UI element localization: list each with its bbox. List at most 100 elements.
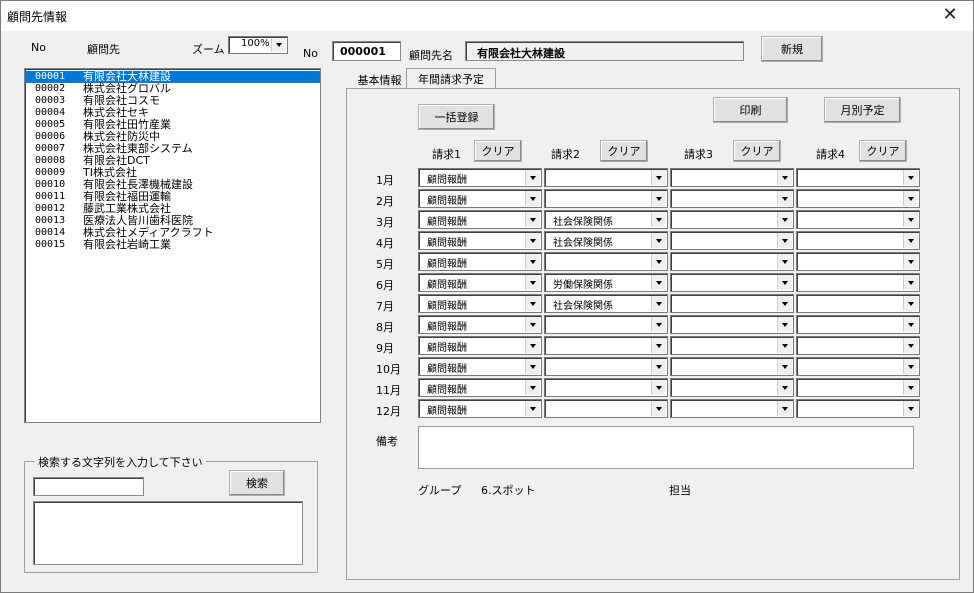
client-list[interactable]: 00001 有限会社大林建設 00002 株式会社グロバル 00003 有限会社コスモ 00… [24,68,321,423]
billing-select-3[interactable] [670,231,794,250]
billing-select-3[interactable] [670,273,794,292]
chevron-down-icon[interactable] [903,191,918,206]
billing-select-3[interactable] [670,336,794,355]
billing-select-1[interactable]: 顧問報酬 [418,399,542,418]
zoom-select[interactable]: 100% [228,36,288,54]
billing-select-1[interactable]: 顧問報酬 [418,168,542,187]
chevron-down-icon[interactable] [651,191,666,206]
billing-select-1[interactable]: 顧問報酬 [418,357,542,376]
chevron-down-icon[interactable] [651,338,666,353]
chevron-down-icon[interactable] [777,317,792,332]
billing-select-2[interactable] [544,336,668,355]
chevron-down-icon[interactable] [903,380,918,395]
chevron-down-icon[interactable] [903,338,918,353]
clear-button-billing1[interactable]: クリア [474,140,522,162]
billing-select-3[interactable] [670,294,794,313]
chevron-down-icon[interactable] [777,401,792,416]
chevron-down-icon[interactable] [903,401,918,416]
chevron-down-icon[interactable] [777,191,792,206]
billing-select-1[interactable]: 顧問報酬 [418,294,542,313]
chevron-down-icon[interactable] [777,254,792,269]
billing-select-1[interactable]: 顧問報酬 [418,315,542,334]
billing-select-3[interactable] [670,399,794,418]
chevron-down-icon[interactable] [271,38,286,52]
billing-select-1[interactable]: 顧問報酬 [418,273,542,292]
chevron-down-icon[interactable] [651,359,666,374]
chevron-down-icon[interactable] [777,275,792,290]
chevron-down-icon[interactable] [651,254,666,269]
clear-button-billing3[interactable]: クリア [733,140,781,162]
search-input[interactable] [33,477,144,496]
chevron-down-icon[interactable] [777,380,792,395]
clear-button-billing4[interactable]: クリア [859,140,907,162]
chevron-down-icon[interactable] [651,317,666,332]
chevron-down-icon[interactable] [525,191,540,206]
tab-annual-billing[interactable]: 年間請求予定 [406,68,496,89]
chevron-down-icon[interactable] [651,296,666,311]
chevron-down-icon[interactable] [525,212,540,227]
search-button[interactable]: 検索 [229,470,285,496]
billing-select-4[interactable] [796,210,920,229]
billing-select-3[interactable] [670,378,794,397]
clear-button-billing2[interactable]: クリア [600,140,648,162]
chevron-down-icon[interactable] [525,233,540,248]
chevron-down-icon[interactable] [903,170,918,185]
billing-select-4[interactable] [796,357,920,376]
new-button[interactable]: 新規 [761,36,823,62]
billing-select-3[interactable] [670,315,794,334]
close-icon[interactable]: ✕ [927,1,973,31]
chevron-down-icon[interactable] [651,401,666,416]
search-results[interactable] [33,501,303,565]
billing-select-1[interactable]: 顧問報酬 [418,189,542,208]
chevron-down-icon[interactable] [651,380,666,395]
chevron-down-icon[interactable] [903,212,918,227]
billing-select-3[interactable] [670,168,794,187]
billing-select-2[interactable]: 労働保険関係 [544,273,668,292]
list-item[interactable]: 00001 有限会社大林建設 [25,71,320,83]
billing-select-1[interactable]: 顧問報酬 [418,210,542,229]
chevron-down-icon[interactable] [903,233,918,248]
print-button[interactable]: 印刷 [713,97,788,123]
billing-select-2[interactable] [544,189,668,208]
list-item[interactable]: 00010 有限会社長澤機械建設 [25,179,320,191]
list-item[interactable]: 00007 株式会社東部システム [25,143,320,155]
billing-select-2[interactable]: 社会保険関係 [544,294,668,313]
billing-select-4[interactable] [796,294,920,313]
list-item[interactable]: 00003 有限会社コスモ [25,95,320,107]
billing-select-3[interactable] [670,252,794,271]
billing-select-4[interactable] [796,378,920,397]
chevron-down-icon[interactable] [525,296,540,311]
chevron-down-icon[interactable] [903,275,918,290]
billing-select-4[interactable] [796,231,920,250]
chevron-down-icon[interactable] [777,170,792,185]
chevron-down-icon[interactable] [651,275,666,290]
chevron-down-icon[interactable] [903,359,918,374]
chevron-down-icon[interactable] [903,317,918,332]
chevron-down-icon[interactable] [903,254,918,269]
billing-select-2[interactable] [544,315,668,334]
billing-select-2[interactable] [544,168,668,187]
billing-select-4[interactable] [796,315,920,334]
memo-field[interactable] [418,426,914,469]
chevron-down-icon[interactable] [777,359,792,374]
billing-select-2[interactable]: 社会保険関係 [544,231,668,250]
list-item[interactable]: 00008 有限会社DCT [25,155,320,167]
chevron-down-icon[interactable] [651,170,666,185]
billing-select-2[interactable]: 社会保険関係 [544,210,668,229]
list-item[interactable]: 00015 有限会社岩崎工業 [25,239,320,251]
chevron-down-icon[interactable] [525,317,540,332]
chevron-down-icon[interactable] [525,380,540,395]
billing-select-4[interactable] [796,189,920,208]
chevron-down-icon[interactable] [777,212,792,227]
billing-select-4[interactable] [796,399,920,418]
billing-select-2[interactable] [544,357,668,376]
list-item[interactable]: 00002 株式会社グロバル [25,83,320,95]
billing-select-3[interactable] [670,189,794,208]
billing-select-2[interactable] [544,399,668,418]
chevron-down-icon[interactable] [651,233,666,248]
billing-select-2[interactable] [544,378,668,397]
chevron-down-icon[interactable] [525,338,540,353]
chevron-down-icon[interactable] [903,296,918,311]
chevron-down-icon[interactable] [525,170,540,185]
billing-select-1[interactable]: 顧問報酬 [418,252,542,271]
